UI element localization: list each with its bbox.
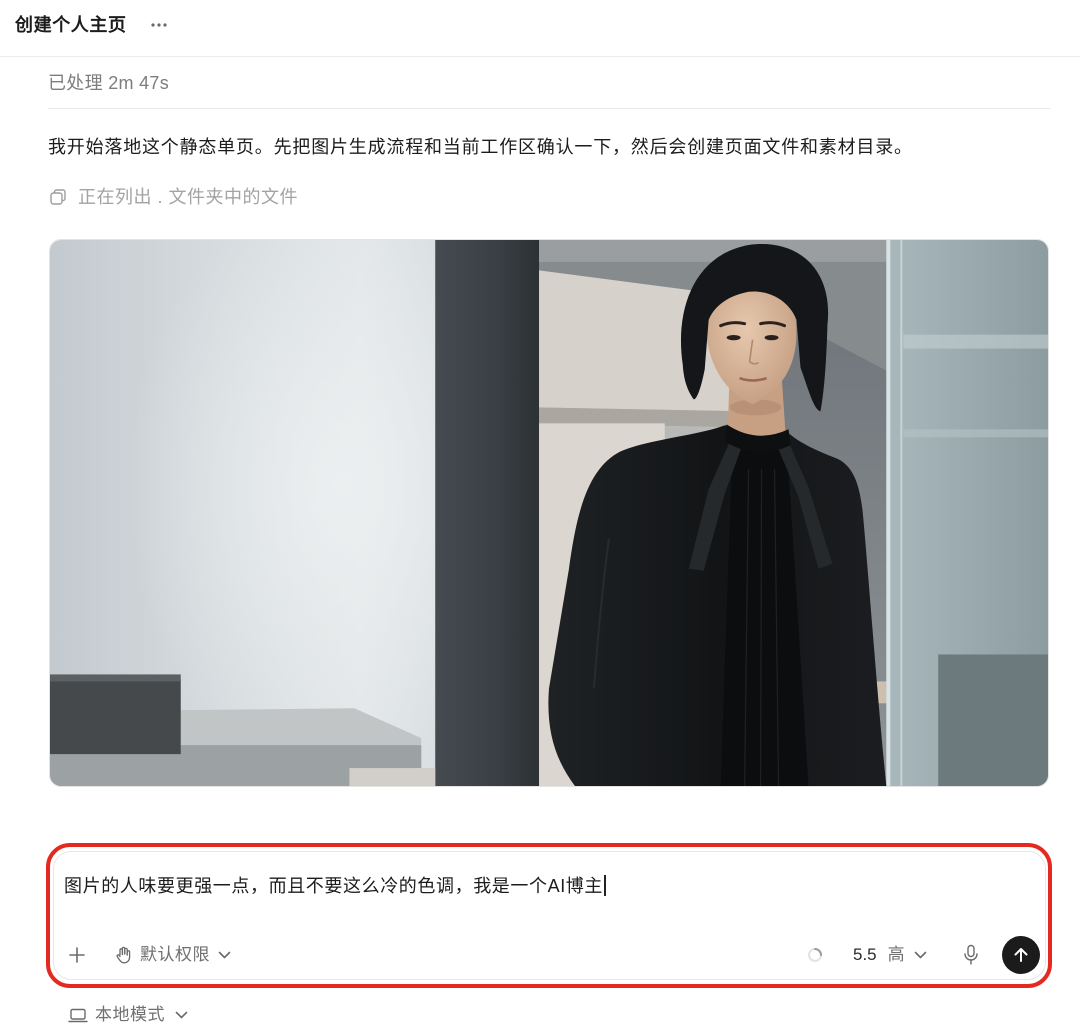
divider (48, 108, 1050, 109)
permission-label: 默认权限 (140, 945, 210, 964)
assistant-message: 我开始落地这个静态单页。先把图片生成流程和当前工作区确认一下，然后会创建页面文件… (48, 137, 913, 157)
chevron-down-icon (175, 1011, 188, 1019)
mode-selector[interactable]: 本地模式 (66, 1003, 188, 1027)
processed-time-toggle[interactable]: 已处理 2m 47s (48, 72, 169, 94)
more-icon[interactable] (149, 18, 169, 32)
model-version: 5.5 (853, 945, 877, 964)
send-button[interactable] (1002, 936, 1040, 974)
message-input[interactable]: 图片的人味要更强一点，而且不要这么冷的色调，我是一个AI博主 (64, 875, 606, 897)
mode-label: 本地模式 (95, 1005, 165, 1024)
composer: 图片的人味要更强一点，而且不要这么冷的色调，我是一个AI博主 默认权限 5.5 … (53, 851, 1046, 980)
model-selector[interactable]: 5.5 高 (850, 942, 927, 968)
permission-dropdown[interactable]: 默认权限 (112, 942, 231, 968)
chevron-down-icon (218, 951, 231, 959)
voice-input-button[interactable] (961, 943, 981, 967)
hand-icon (115, 946, 132, 964)
plus-icon (68, 946, 86, 964)
text-cursor (604, 875, 606, 896)
tool-status: 正在列出 . 文件夹中的文件 (49, 186, 298, 208)
top-bar: 创建个人主页 (0, 0, 1080, 57)
tool-status-text: 正在列出 . 文件夹中的文件 (78, 187, 299, 207)
add-attachment-button[interactable] (64, 942, 90, 968)
files-icon (49, 188, 67, 206)
laptop-icon (68, 1008, 88, 1023)
generated-image[interactable] (49, 239, 1049, 787)
chevron-down-icon (914, 951, 927, 959)
page-title: 创建个人主页 (15, 15, 127, 35)
spinner-icon (807, 947, 823, 963)
message-input-text: 图片的人味要更强一点，而且不要这么冷的色调，我是一个AI博主 (64, 876, 604, 896)
reasoning-level: 高 (887, 945, 905, 964)
arrow-up-icon (1012, 946, 1030, 964)
mic-icon (963, 944, 979, 966)
